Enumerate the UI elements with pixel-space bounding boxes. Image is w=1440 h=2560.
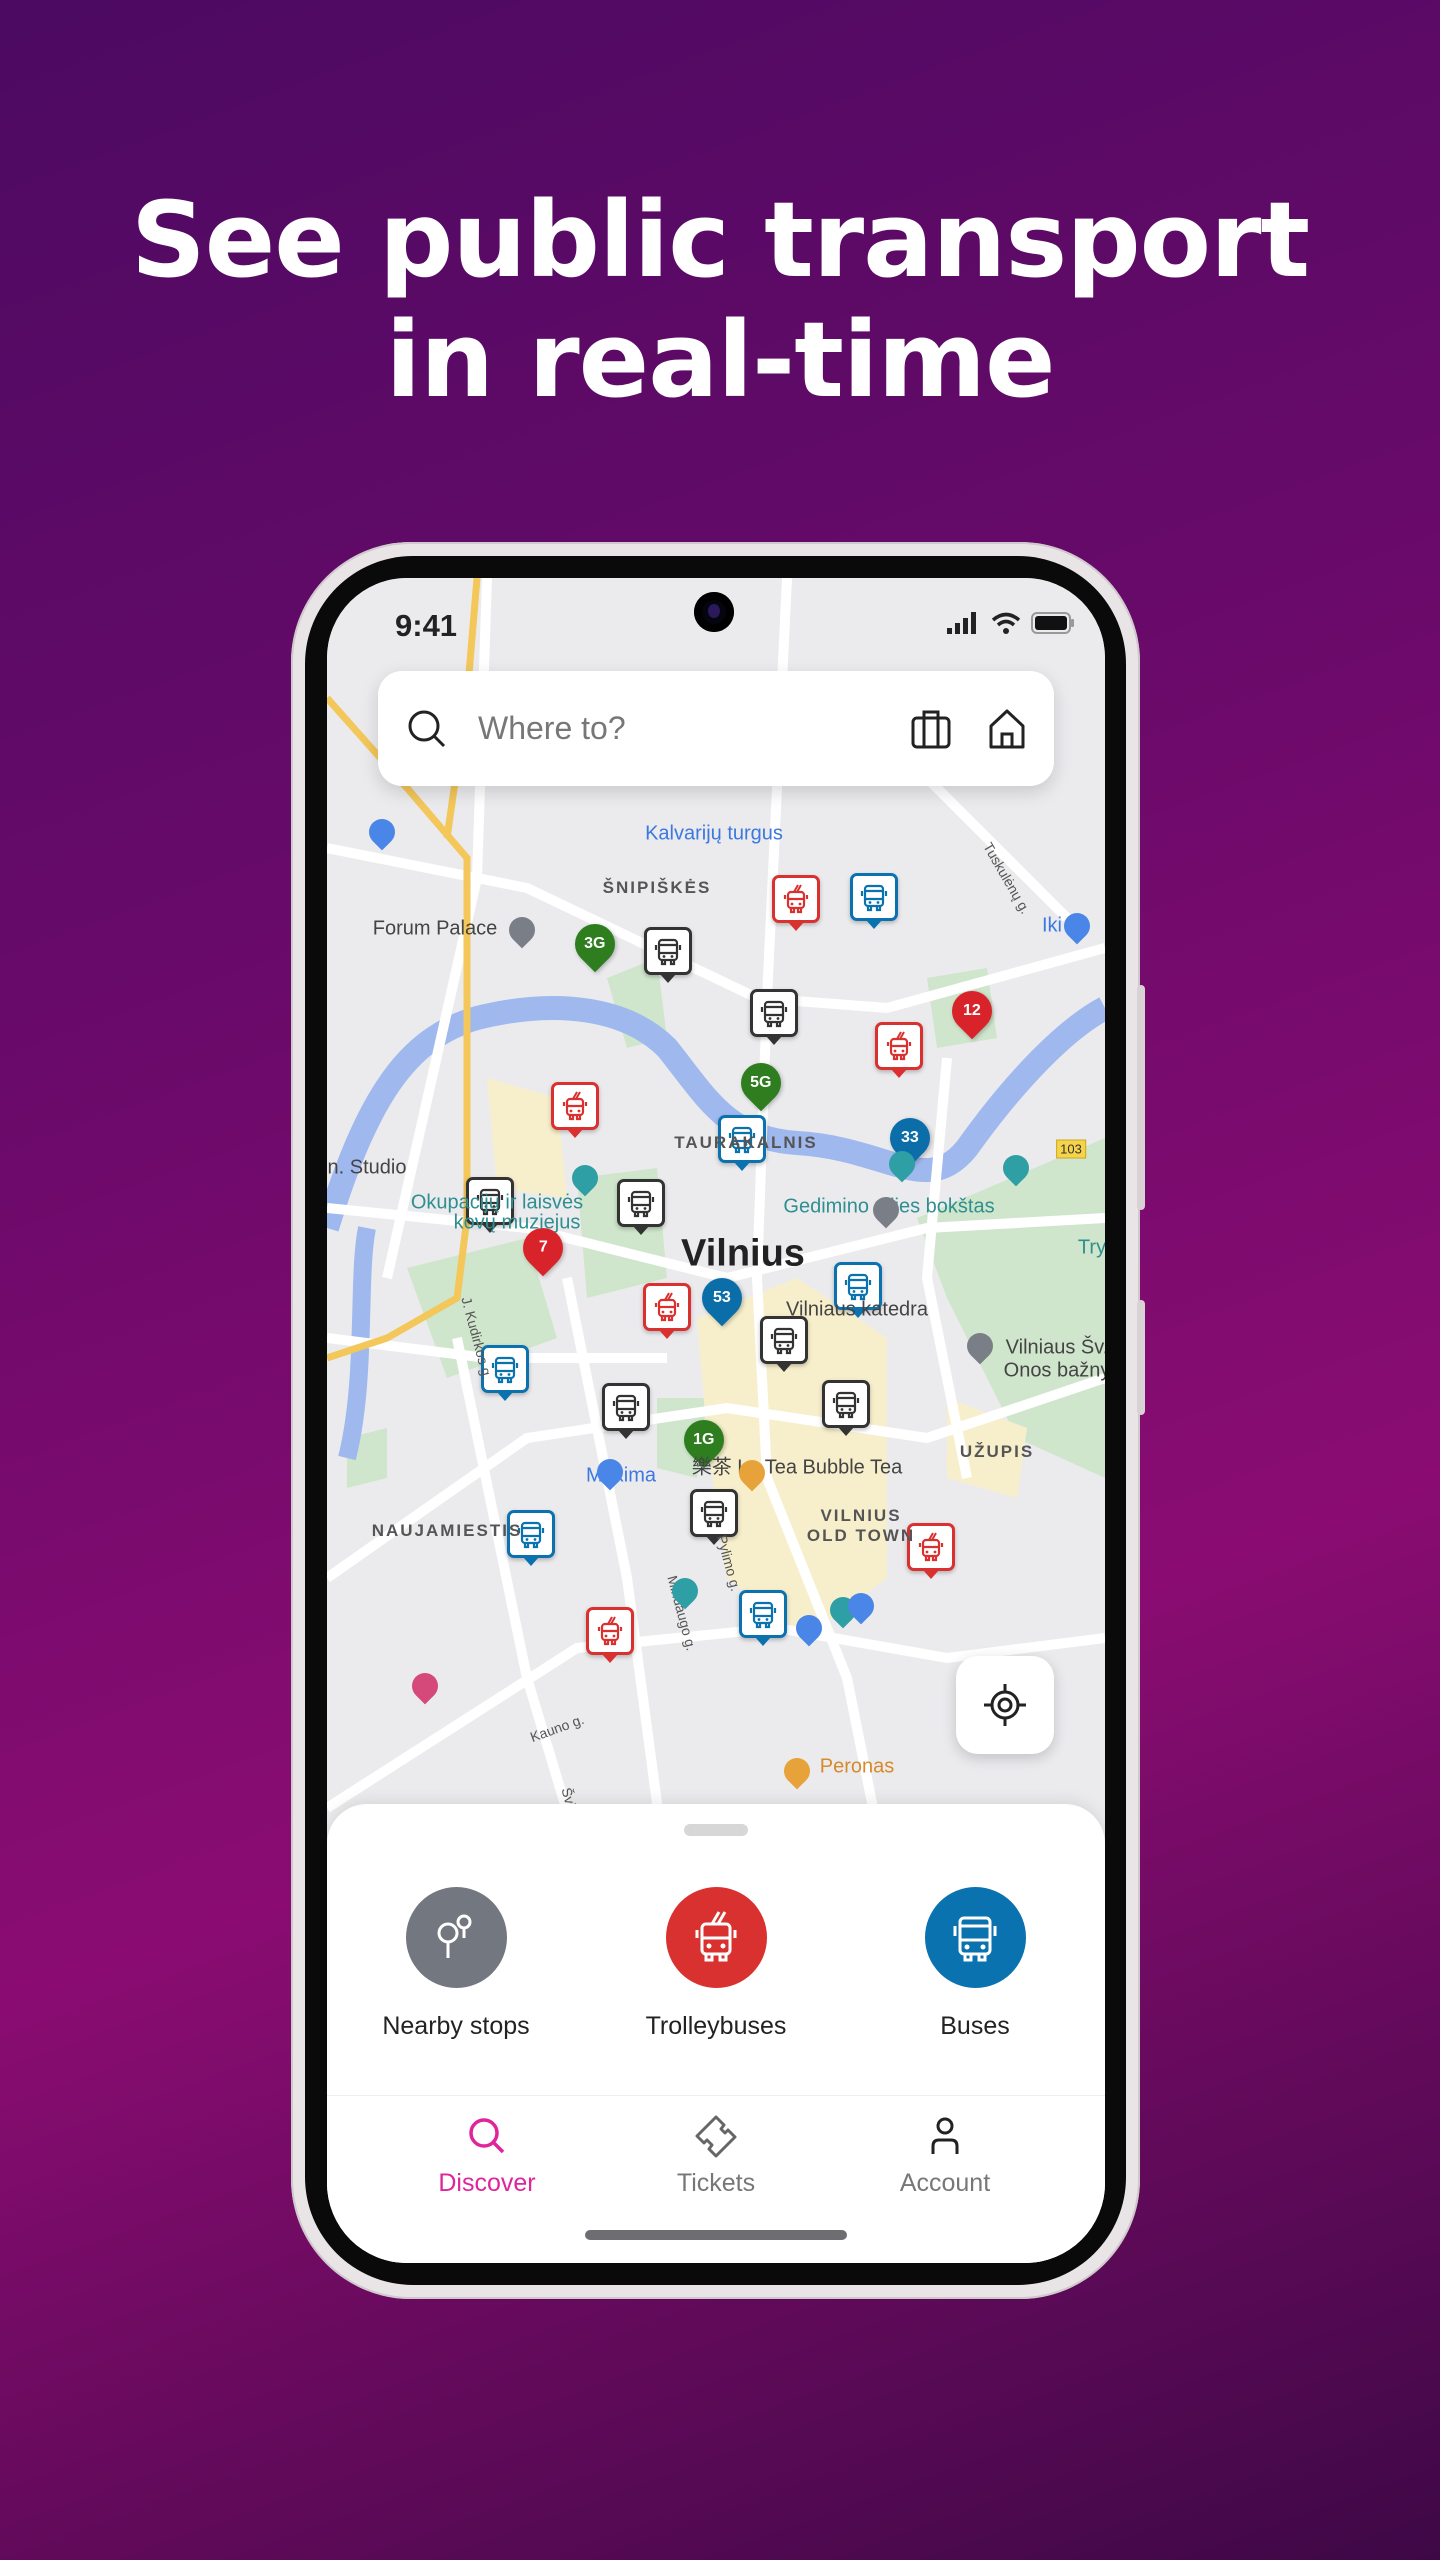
volume-button [1137, 985, 1145, 1210]
tab-account[interactable]: Account [845, 2114, 1045, 2198]
search-input[interactable]: Where to? [478, 710, 876, 747]
stop-stop-marker[interactable] [760, 1316, 808, 1372]
trolleybus-stop-marker[interactable] [551, 1082, 599, 1138]
category-buses[interactable]: Buses [855, 1887, 1095, 2041]
map-label: n. Studio [327, 1156, 407, 1179]
category-nearby-stops[interactable]: Nearby stops [336, 1887, 576, 2041]
category-label: Nearby stops [382, 2012, 530, 2040]
status-time: 9:41 [395, 608, 458, 643]
power-button [1137, 1300, 1145, 1415]
route-number: 5G [750, 1074, 772, 1091]
bus-stop-marker[interactable] [739, 1590, 787, 1646]
search-icon [469, 2118, 505, 2154]
map-label: Vilnius [681, 1232, 805, 1275]
stop-stop-marker[interactable] [690, 1489, 738, 1545]
route-number: 53 [713, 1289, 731, 1307]
home-icon[interactable] [986, 708, 1028, 750]
tab-tickets[interactable]: Tickets [616, 2114, 816, 2198]
search-icon [408, 710, 446, 747]
route-number: 12 [963, 1002, 981, 1020]
person-icon [931, 2117, 959, 2154]
home-indicator[interactable] [585, 2230, 847, 2240]
stop-stop-marker[interactable] [750, 989, 798, 1045]
status-icons [947, 612, 1075, 634]
map-label: UŽUPIS [959, 1442, 1035, 1461]
stop-stop-marker[interactable] [822, 1380, 870, 1436]
map-label: 樂茶 Le Tea Bubble Tea [691, 1456, 903, 1479]
category-trolleybuses[interactable]: Trolleybuses [596, 1887, 836, 2041]
map-label: Peronas [819, 1755, 895, 1778]
locate-me-button[interactable] [956, 1656, 1054, 1754]
road-shield: 103 [1056, 1139, 1086, 1159]
stops-icon [405, 1887, 507, 1988]
trolleybus-stop-marker[interactable] [772, 875, 820, 931]
map-label: Onos bažny [1003, 1359, 1105, 1382]
map-label: Kalvarijų turgus [645, 822, 783, 845]
battery-icon [1031, 612, 1074, 634]
route-number: 7 [538, 1239, 548, 1256]
trolleybus-stop-marker[interactable] [875, 1022, 923, 1078]
trolleybus-stop-marker[interactable] [586, 1607, 634, 1663]
route-number: 3G [584, 935, 606, 952]
category-label: Trolleybuses [645, 2012, 787, 2040]
trolleybus-stop-marker[interactable] [643, 1283, 691, 1339]
app-screen: 3G 12 5G 33 7 53 1G Kalvarijų turgus ŠNIPIŠKĖS F… [327, 578, 1105, 2263]
route-number: 33 [901, 1129, 919, 1147]
map-label: TAURAKALNIS [674, 1133, 818, 1152]
crosshair-icon [984, 1684, 1026, 1726]
map-label: Iki [1042, 914, 1062, 937]
map-label: ŠNIPIŠKĖS [602, 878, 712, 897]
map-label: Forum Palace [372, 917, 498, 940]
map-label: kovų muziejus [453, 1211, 581, 1234]
tab-label: Tickets [676, 2169, 756, 2197]
ticket-icon [695, 2115, 737, 2158]
stop-stop-marker[interactable] [602, 1383, 650, 1439]
map-label: OLD TOWN [806, 1526, 916, 1545]
map-label: VILNIUS [820, 1506, 902, 1525]
bus-stop-marker[interactable] [850, 873, 898, 929]
headline: See public transport in real-time [0, 180, 1440, 420]
wifi-icon [991, 612, 1021, 634]
stop-stop-marker[interactable] [617, 1179, 665, 1235]
search-bar[interactable]: Where to? [378, 671, 1054, 786]
map-label: Vilniaus Šv. [1005, 1336, 1105, 1359]
headline-line-2: in real-time [385, 299, 1056, 421]
bus-icon [924, 1887, 1026, 1988]
map-label: Try [1077, 1236, 1105, 1259]
trolleybus-icon [665, 1887, 767, 1988]
tab-label: Account [899, 2169, 991, 2197]
tab-discover[interactable]: Discover [387, 2114, 587, 2198]
headline-line-1: See public transport [130, 179, 1310, 301]
front-camera [694, 592, 734, 632]
route-number: 1G [693, 1431, 715, 1448]
category-label: Buses [940, 2012, 1010, 2040]
briefcase-icon[interactable] [910, 708, 952, 750]
tab-label: Discover [438, 2169, 536, 2197]
map-label: NAUJAMIESTIS [371, 1521, 523, 1540]
stop-stop-marker[interactable] [644, 927, 692, 983]
sheet-handle[interactable] [684, 1824, 748, 1836]
signal-icon [947, 612, 976, 634]
map-label: Vilniaus katedra [786, 1298, 928, 1321]
